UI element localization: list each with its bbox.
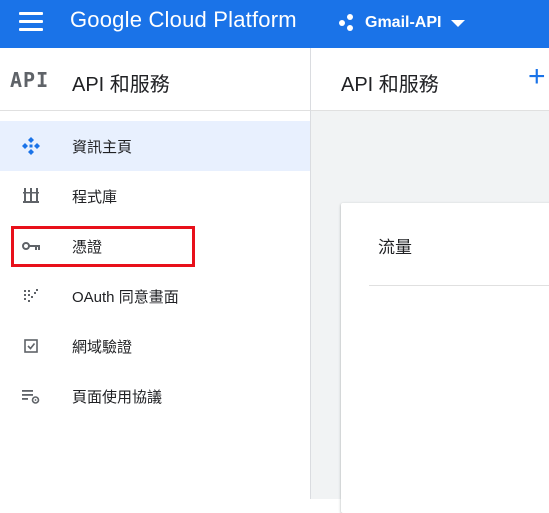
- project-dots-icon: [339, 14, 357, 32]
- sidebar-item-label: 頁面使用協議: [72, 389, 163, 406]
- sidebar-item-label: 資訊主頁: [72, 139, 133, 156]
- sidebar-item-label: 網域驗證: [72, 339, 133, 356]
- sidebar-item-oauth-consent[interactable]: OAuth 同意畫面: [0, 271, 310, 321]
- settings-list-icon: [22, 390, 40, 404]
- api-logo: API: [10, 68, 50, 92]
- project-picker[interactable]: Gmail-API: [339, 10, 466, 36]
- oauth-consent-icon: [24, 289, 38, 302]
- traffic-card: 流量: [341, 203, 549, 513]
- content-header: API 和服務 +: [311, 48, 549, 111]
- sidebar-item-label: 憑證: [72, 239, 103, 256]
- card-divider: [369, 285, 549, 286]
- checkbox-icon: [24, 339, 38, 353]
- project-name: Gmail-API: [365, 14, 442, 31]
- top-app-bar: Google Cloud Platform Gmail-API: [0, 0, 549, 48]
- add-button[interactable]: +: [528, 62, 549, 92]
- dashboard-icon: [22, 137, 40, 155]
- sidebar-item-domain-verification[interactable]: 網域驗證: [0, 321, 310, 371]
- sidebar-item-label: 程式庫: [72, 189, 118, 206]
- library-icon: [23, 188, 39, 203]
- sidebar-item-page-usage-agreement[interactable]: 頁面使用協議: [0, 371, 310, 421]
- sidebar-nav: 資訊主頁 程式庫 憑證 OAuth 同意畫面 網域驗證 頁面使用協議: [0, 111, 310, 421]
- sidebar-header: API API 和服務: [0, 48, 310, 111]
- chevron-down-icon: [451, 19, 466, 27]
- sidebar-item-library[interactable]: 程式庫: [0, 171, 310, 221]
- page-title: API 和服務: [341, 74, 439, 96]
- sidebar-item-label: OAuth 同意畫面: [72, 289, 179, 306]
- hamburger-menu-icon[interactable]: [19, 12, 43, 32]
- key-icon: [22, 242, 40, 250]
- sidebar: API API 和服務 資訊主頁 程式庫 憑證 OAuth 同意畫面 網域驗證 …: [0, 48, 311, 499]
- card-title: 流量: [378, 238, 412, 257]
- app-title[interactable]: Google Cloud Platform: [70, 7, 297, 33]
- sidebar-item-credentials[interactable]: 憑證: [0, 221, 310, 271]
- sidebar-item-dashboard[interactable]: 資訊主頁: [0, 121, 310, 171]
- sidebar-title: API 和服務: [72, 74, 170, 96]
